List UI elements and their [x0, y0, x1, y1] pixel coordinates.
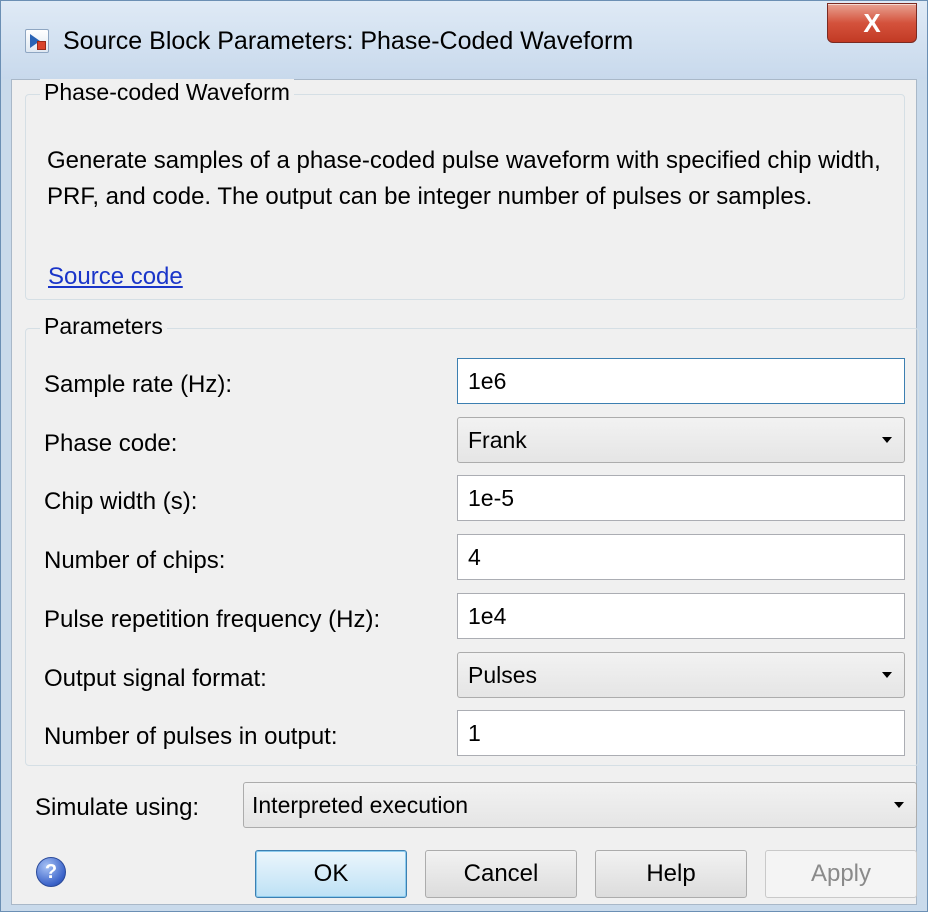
dropdown-arrow-icon [894, 802, 904, 808]
ok-button[interactable]: OK [255, 850, 407, 898]
number-of-chips-label: Number of chips: [44, 547, 226, 574]
output-format-dropdown[interactable]: Pulses [457, 652, 905, 698]
sample-rate-label: Sample rate (Hz): [44, 371, 233, 398]
phase-code-value: Frank [468, 427, 527, 453]
dialog-window: Source Block Parameters: Phase-Coded Wav… [0, 0, 928, 912]
cancel-button[interactable]: Cancel [425, 850, 577, 898]
num-pulses-label: Number of pulses in output: [44, 723, 338, 750]
help-button[interactable]: Help [595, 850, 747, 898]
num-pulses-input[interactable] [457, 710, 905, 756]
phase-code-label: Phase code: [44, 430, 178, 457]
dropdown-arrow-icon [882, 437, 892, 443]
parameters-group-legend: Parameters [40, 313, 167, 340]
prf-label: Pulse repetition frequency (Hz): [44, 606, 381, 633]
simulate-using-label: Simulate using: [35, 794, 200, 821]
block-description: Generate samples of a phase-coded pulse … [47, 147, 881, 210]
description-group-legend: Phase-coded Waveform [40, 79, 294, 106]
number-of-chips-input[interactable] [457, 534, 905, 580]
output-format-value: Pulses [468, 662, 538, 688]
source-code-link[interactable]: Source code [48, 263, 183, 291]
window-title: Source Block Parameters: Phase-Coded Wav… [63, 27, 634, 55]
apply-button[interactable]: Apply [765, 850, 917, 898]
sample-rate-input[interactable] [457, 358, 905, 404]
dialog-body: Phase-coded Waveform Generate samples of… [11, 79, 919, 905]
title-bar[interactable]: Source Block Parameters: Phase-Coded Wav… [1, 1, 927, 79]
simulate-using-dropdown[interactable]: Interpreted execution [243, 782, 917, 828]
phase-code-dropdown[interactable]: Frank [457, 417, 905, 463]
chip-width-label: Chip width (s): [44, 488, 198, 515]
close-button[interactable]: X [827, 3, 917, 43]
simulink-block-icon [25, 29, 49, 53]
chip-width-input[interactable] [457, 475, 905, 521]
output-format-label: Output signal format: [44, 665, 267, 692]
simulate-using-value: Interpreted execution [252, 792, 469, 818]
help-question-icon[interactable]: ? [36, 857, 66, 887]
prf-input[interactable] [457, 593, 905, 639]
dropdown-arrow-icon [882, 672, 892, 678]
description-group: Phase-coded Waveform Generate samples of… [25, 79, 905, 300]
